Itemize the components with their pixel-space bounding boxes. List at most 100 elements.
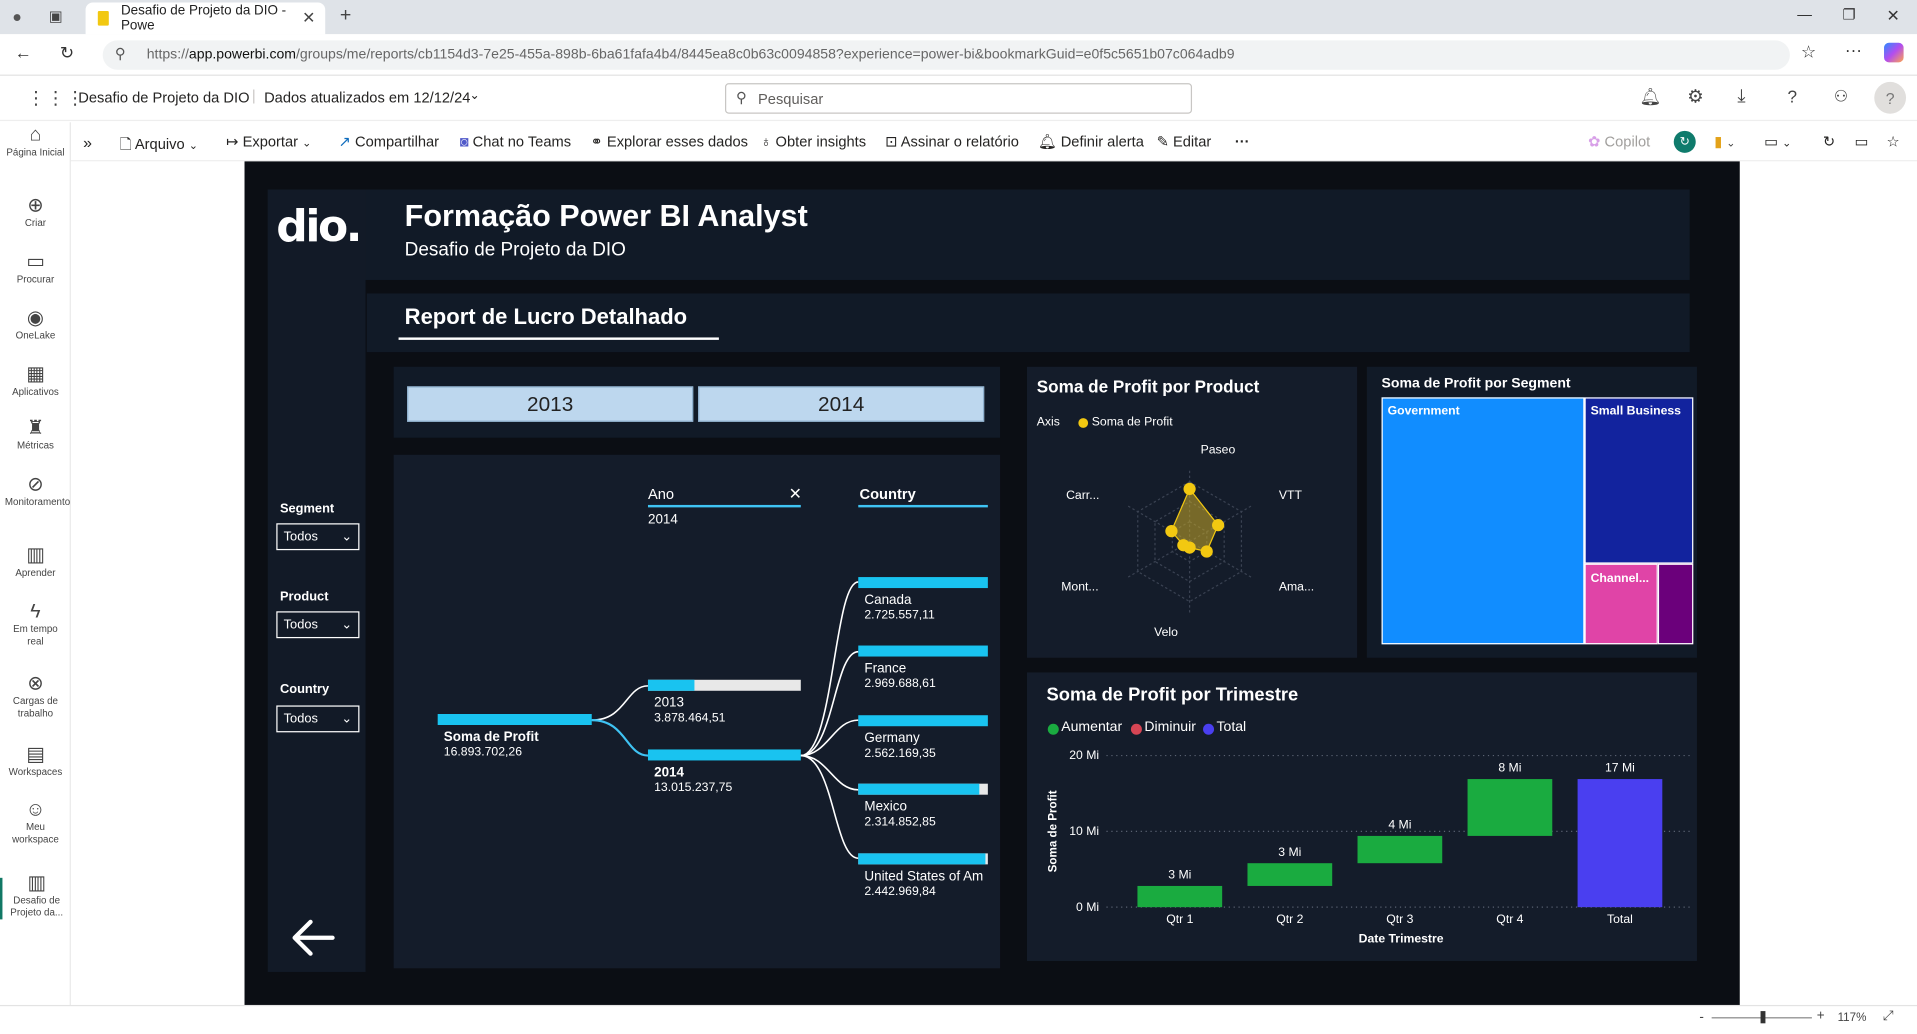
segment-slicer[interactable]: Todos ⌄ xyxy=(276,523,360,551)
explore-data-button[interactable]: ⚭ Explorar esses dados xyxy=(591,133,748,150)
waterfall-bar-2[interactable] xyxy=(1247,863,1333,886)
treemap-tile-government[interactable]: Government xyxy=(1381,397,1585,645)
subscribe-button[interactable]: ⊡ Assinar o relatório xyxy=(885,133,1019,150)
decomp-country-2-bar-track[interactable] xyxy=(858,645,988,657)
bookmark-icon[interactable]: ▮ ⌄ xyxy=(1714,133,1735,150)
decomp-year-2013-bar-track[interactable] xyxy=(647,679,801,691)
more-browser-icon[interactable]: ··· xyxy=(1845,40,1862,60)
nav-item-3[interactable]: ▭ Procurar xyxy=(0,252,71,286)
nav-item-label: Aprender xyxy=(15,567,56,579)
fit-page-icon[interactable]: ⤢ xyxy=(1883,1009,1894,1025)
close-tab-icon[interactable]: ✕ xyxy=(302,9,315,29)
nav-item-8[interactable]: ▥ Aprender xyxy=(0,546,71,579)
comment-icon[interactable]: ▭ xyxy=(1855,133,1869,150)
minimize-icon[interactable]: — xyxy=(1797,6,1812,23)
decomp-year-2014-bar-track[interactable] xyxy=(647,749,801,761)
notifications-icon[interactable]: 🔔︎ xyxy=(1640,87,1662,108)
waterfall-bar-1[interactable] xyxy=(1137,885,1223,908)
download-icon[interactable]: ⤓ xyxy=(1737,86,1745,107)
nav-item-4[interactable]: ◉ OneLake xyxy=(0,309,71,342)
decomp-country-5-bar-fill xyxy=(858,853,986,865)
decomp-country-4-bar-track[interactable] xyxy=(858,783,988,795)
favorites-list-icon[interactable]: ☆ xyxy=(1801,42,1816,63)
expand-nav-icon[interactable]: » xyxy=(83,133,92,151)
radar-point-6[interactable] xyxy=(1165,525,1178,538)
radar-point-1[interactable] xyxy=(1183,482,1196,496)
country-slicer[interactable]: Todos ⌄ xyxy=(276,705,360,733)
reset-icon[interactable]: ↻ xyxy=(1673,130,1696,153)
star-icon[interactable]: ☆ xyxy=(1886,133,1899,150)
tab-actions-icon[interactable]: ▣ xyxy=(49,7,63,24)
nav-item-10[interactable]: ⊗ Cargas de trabalho xyxy=(0,674,71,721)
export-menu[interactable]: ↦ Exportar ⌄ xyxy=(226,133,311,150)
radar-point-3[interactable] xyxy=(1200,545,1213,558)
set-alert-button[interactable]: 🔔︎ Definir alerta xyxy=(1038,133,1144,150)
nav-item-1[interactable]: ⌂ Página Inicial xyxy=(0,125,71,159)
close-window-icon[interactable]: ✕ xyxy=(1886,6,1899,26)
radar-axis-label-5: Mont... xyxy=(1061,580,1099,595)
nav-item-11[interactable]: ▤ Workspaces xyxy=(0,745,71,778)
file-menu[interactable]: 🗋︎ Arquivo ⌄ xyxy=(120,133,198,159)
waterfall-bar-4[interactable] xyxy=(1467,779,1553,836)
nav-item-13[interactable]: ▥ Desafio de Projeto da... xyxy=(0,874,71,920)
edit-button[interactable]: ✎ Editar xyxy=(1157,133,1212,150)
insights-button[interactable]: ♁ Obter insights xyxy=(760,133,866,150)
waterfall-chart[interactable]: 20 Mi 10 Mi 0 Mi Soma de Profit Date Trimest… xyxy=(1027,672,1697,961)
browser-tab[interactable]: Desafio de Projeto da DIO - Powe ✕ xyxy=(85,2,326,35)
radar-point-2[interactable] xyxy=(1212,519,1225,532)
teams-chat-button[interactable]: ◙ Chat no Teams xyxy=(460,133,571,150)
waterfall-bar-5[interactable] xyxy=(1577,779,1663,908)
radar-chart[interactable] xyxy=(1027,367,1357,658)
decomp-country-3-bar-track[interactable] xyxy=(858,715,988,727)
decomp-root-bar-track[interactable] xyxy=(437,713,592,726)
restore-icon[interactable]: ❐ xyxy=(1842,6,1855,23)
view-icon[interactable]: ▭ ⌄ xyxy=(1764,133,1791,150)
treemap-tile-channel[interactable]: Channel... xyxy=(1584,563,1658,645)
treemap-tile-other[interactable] xyxy=(1657,563,1694,645)
nav-item-5[interactable]: ▦ Aplicativos xyxy=(0,365,71,398)
nav-item-6[interactable]: ♜ Métricas xyxy=(0,419,71,452)
new-tab-icon[interactable]: + xyxy=(340,5,351,27)
radar-point-5[interactable] xyxy=(1177,539,1190,552)
settings-icon[interactable]: ⚙ xyxy=(1687,86,1703,108)
year-button-2013[interactable]: 2013 xyxy=(407,386,694,422)
copilot-button[interactable]: ✿ Copilot xyxy=(1588,133,1650,150)
decomp-year-2014-value: 13.015.237,75 xyxy=(654,781,733,795)
data-updated-text[interactable]: Dados atualizados em 12/12/24 xyxy=(264,89,470,106)
avatar[interactable]: ? xyxy=(1874,81,1907,114)
copilot-browser-icon[interactable] xyxy=(1884,42,1904,63)
waterfall-bar-3[interactable] xyxy=(1357,835,1443,864)
more-options-icon[interactable]: ··· xyxy=(1235,133,1250,150)
treemap-tile-small-business[interactable]: Small Business xyxy=(1584,397,1694,564)
zoom-out-icon[interactable]: - xyxy=(1699,1010,1703,1025)
profile-icon[interactable]: ● xyxy=(12,7,22,25)
nav-item-12[interactable]: ☺ Meu workspace xyxy=(0,800,71,846)
nav-item-7[interactable]: ⊘ Monitoramento xyxy=(0,475,71,508)
share-button[interactable]: ↗ Compartilhar xyxy=(339,133,439,150)
export-label: Exportar xyxy=(242,133,299,151)
zoom-slider-thumb[interactable] xyxy=(1760,1011,1766,1024)
refresh-icon[interactable]: ↻ xyxy=(60,43,74,64)
chevron-down-icon: ⌄ xyxy=(341,617,353,633)
back-icon[interactable]: ← xyxy=(15,43,32,63)
year-button-2014[interactable]: 2014 xyxy=(698,386,985,422)
refresh-visuals-icon[interactable]: ↻ xyxy=(1823,133,1835,150)
radar-axis-label-4: Velo xyxy=(1154,625,1178,640)
decomp-country-5-bar-track[interactable] xyxy=(858,853,988,865)
zoom-in-icon[interactable]: + xyxy=(1817,1009,1825,1024)
help-icon[interactable]: ? xyxy=(1787,87,1797,107)
report-name[interactable]: Desafio de Projeto da DIO xyxy=(78,89,249,106)
url-field[interactable]: ⚲ https://app.powerbi.com/groups/me/repo… xyxy=(102,40,1790,70)
chevron-down-icon[interactable]: ⌄ xyxy=(469,89,479,102)
nav-item-9[interactable]: ϟ Em tempo real xyxy=(0,602,71,648)
nav-item-2[interactable]: ⊕ Criar xyxy=(0,196,71,230)
product-slicer[interactable]: Todos ⌄ xyxy=(276,611,360,639)
back-arrow-icon[interactable] xyxy=(289,917,338,959)
decomp-country-1-bar-track[interactable] xyxy=(858,577,988,589)
site-info-icon[interactable]: ⚲ xyxy=(115,45,126,62)
search-input[interactable]: ⚲ Pesquisar xyxy=(725,83,1193,114)
radar-axis-label-1: Paseo xyxy=(1200,443,1236,458)
feedback-icon[interactable]: ⚇ xyxy=(1834,87,1848,107)
app-launcher-icon[interactable]: ⋮⋮⋮ xyxy=(27,87,86,109)
country-slicer-value: Todos xyxy=(283,711,318,727)
